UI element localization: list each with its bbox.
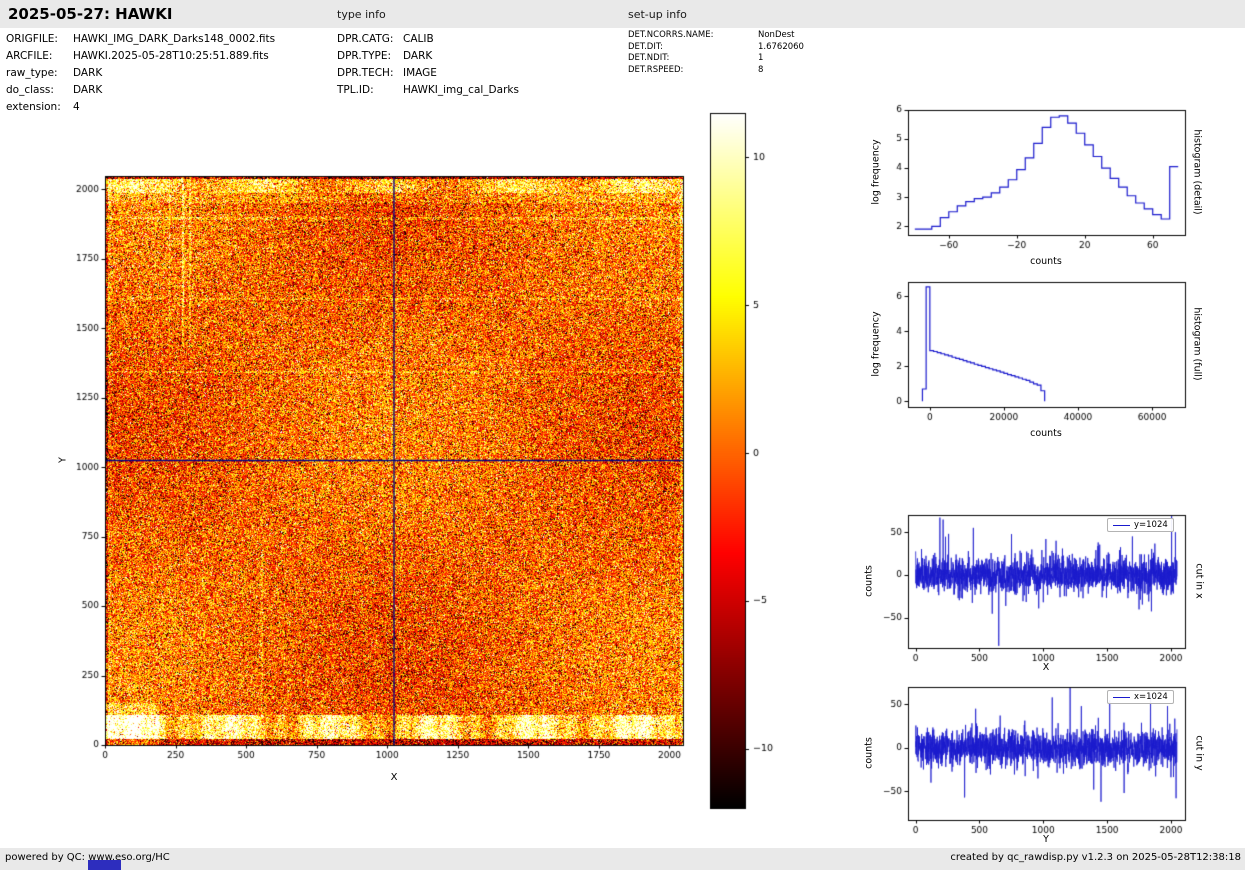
meta-value: 8 [758,65,763,77]
meta-value: IMAGE [403,65,437,82]
meta-row-extension: extension:4 [6,99,275,116]
meta-label: DPR.TYPE: [337,48,403,65]
meta-value: 1.6762060 [758,42,804,54]
cut-x-legend-label: y=1024 [1134,520,1168,530]
file-info-block: ORIGFILE:HAWKI_IMG_DARK_Darks148_0002.fi… [6,31,275,116]
hist-detail-side-label: histogram (detail) [1192,129,1203,214]
cut-x-yaxis-label: counts [864,565,875,597]
header-bar: 2025-05-27: HAWKI type info set-up info [0,0,1245,28]
meta-value: HAWKI.2025-05-28T10:25:51.889.fits [73,48,269,65]
cut-y-legend: x=1024 [1107,690,1174,704]
cut-y-side-label: cut in y [1194,735,1205,770]
meta-row-origfile: ORIGFILE:HAWKI_IMG_DARK_Darks148_0002.fi… [6,31,275,48]
page-title: 2025-05-27: HAWKI [8,5,172,23]
footer-created-by: created by qc_rawdisp.py v1.2.3 on 2025-… [950,852,1241,863]
meta-label: DET.NDIT: [628,53,758,65]
meta-value: HAWKI_img_cal_Darks [403,82,519,99]
meta-row-tplid: TPL.ID:HAWKI_img_cal_Darks [337,82,519,99]
meta-row-dit: DET.DIT:1.6762060 [628,42,804,54]
main-yaxis-label: Y [58,457,69,463]
legend-line-swatch [1113,697,1130,698]
meta-label: DET.DIT: [628,42,758,54]
meta-row-dprcatg: DPR.CATG:CALIB [337,31,519,48]
meta-row-rawtype: raw_type:DARK [6,65,275,82]
hist-detail-xaxis-label: counts [1006,256,1086,267]
histogram-full-plot [882,270,1192,422]
meta-value: CALIB [403,31,434,48]
hist-detail-yaxis-label: log frequency [871,139,882,204]
meta-value: DARK [73,82,102,99]
meta-value: 4 [73,99,80,116]
footer-bar: powered by QC: www.eso.org/HC created by… [0,848,1245,870]
meta-row-ndit: DET.NDIT:1 [628,53,804,65]
meta-row-doclass: do_class:DARK [6,82,275,99]
meta-row-rspeed: DET.RSPEED:8 [628,65,804,77]
meta-value: DARK [73,65,102,82]
meta-label: DET.NCORRS.NAME: [628,30,758,42]
meta-row-arcfile: ARCFILE:HAWKI.2025-05-28T10:25:51.889.fi… [6,48,275,65]
colorbar [702,106,787,818]
hist-full-side-label: histogram (full) [1192,307,1203,380]
cut-y-yaxis-label: counts [864,737,875,769]
meta-value: DARK [403,48,432,65]
cut-y-xaxis-label: Y [1006,834,1086,845]
cut-x-legend: y=1024 [1107,518,1174,532]
type-info-block: DPR.CATG:CALIB DPR.TYPE:DARK DPR.TECH:IM… [337,31,519,99]
meta-label: extension: [6,99,73,116]
meta-label: DET.RSPEED: [628,65,758,77]
meta-label: ORIGFILE: [6,31,73,48]
hist-full-xaxis-label: counts [1006,428,1086,439]
legend-line-swatch [1113,525,1130,526]
hist-full-yaxis-label: log frequency [871,311,882,376]
meta-value: 1 [758,53,763,65]
main-xaxis-label: X [384,772,404,783]
setup-info-heading: set-up info [628,8,687,21]
cut-x-xaxis-label: X [1006,662,1086,673]
dark-frame-image-plot [55,158,700,783]
meta-label: TPL.ID: [337,82,403,99]
meta-label: DPR.TECH: [337,65,403,82]
qc-report-page: 2025-05-27: HAWKI type info set-up info … [0,0,1245,870]
meta-label: do_class: [6,82,73,99]
meta-row-dprtype: DPR.TYPE:DARK [337,48,519,65]
meta-label: DPR.CATG: [337,31,403,48]
meta-value: HAWKI_IMG_DARK_Darks148_0002.fits [73,31,275,48]
cut-y-legend-label: x=1024 [1134,692,1168,702]
cut-x-side-label: cut in x [1194,563,1205,598]
histogram-detail-plot [882,98,1192,250]
footer-blue-marker [88,860,121,870]
meta-row-ncorrs: DET.NCORRS.NAME:NonDest [628,30,804,42]
meta-value: NonDest [758,30,794,42]
meta-label: raw_type: [6,65,73,82]
meta-label: ARCFILE: [6,48,73,65]
setup-info-block: DET.NCORRS.NAME:NonDest DET.DIT:1.676206… [628,30,804,76]
type-info-heading: type info [337,8,386,21]
meta-row-dprtech: DPR.TECH:IMAGE [337,65,519,82]
